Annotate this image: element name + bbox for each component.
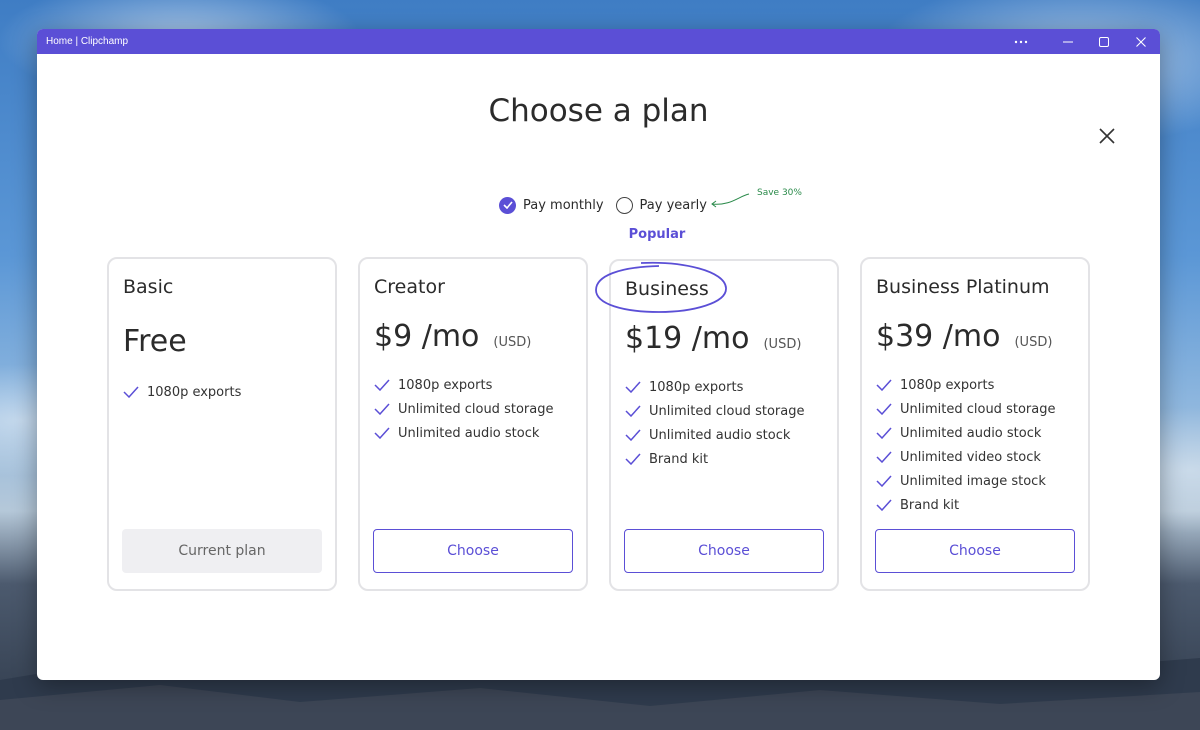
feature-item: Unlimited audio stock [374,421,553,445]
plan-name: Business Platinum [876,276,1050,298]
plan-currency: (USD) [763,337,802,352]
feature-item: Brand kit [625,447,804,471]
feature-item: Unlimited cloud storage [374,397,553,421]
feature-item: Unlimited audio stock [625,423,804,447]
choose-business-platinum-button[interactable]: Choose [875,529,1075,573]
minimize-icon[interactable] [1050,29,1086,54]
check-icon [876,403,892,415]
plan-price: $19 /mo [625,321,750,356]
save-arrow-icon [711,193,750,208]
feature-text: 1080p exports [147,384,242,400]
check-icon [374,403,390,415]
feature-list: 1080p exports Unlimited cloud storage Un… [625,375,804,471]
feature-item: 1080p exports [625,375,804,399]
feature-text: Unlimited cloud storage [398,401,554,417]
window-title: Home | Clipchamp [46,36,129,47]
price-row: $9 /mo (USD) [374,319,531,354]
feature-item: Unlimited cloud storage [625,399,804,423]
feature-item: Brand kit [876,493,1055,517]
choose-business-button[interactable]: Choose [624,529,824,573]
window-close-icon[interactable] [1123,29,1159,54]
feature-item: Unlimited video stock [876,445,1055,469]
check-icon [625,429,641,441]
app-window: Home | Clipchamp Choose a plan Pay month… [37,29,1160,680]
feature-text: 1080p exports [398,377,493,393]
feature-list: 1080p exports Unlimited cloud storage Un… [374,373,553,445]
check-icon [374,379,390,391]
pay-monthly-label: Pay monthly [523,197,604,213]
check-icon [374,427,390,439]
plan-dialog: Choose a plan Pay monthly Pay yearly Sav… [37,54,1160,680]
choose-creator-button[interactable]: Choose [373,529,573,573]
feature-text: Brand kit [649,451,709,467]
current-plan-button[interactable]: Current plan [122,529,322,573]
feature-text: Unlimited video stock [900,449,1041,465]
maximize-icon[interactable] [1086,29,1122,54]
plan-name: Creator [374,276,445,298]
highlight-circle-annotation [595,261,727,313]
plan-card-basic: Basic Free 1080p exports Current plan [107,257,337,591]
feature-text: Unlimited audio stock [900,425,1042,441]
feature-item: Unlimited audio stock [876,421,1055,445]
popular-badge: Popular [628,227,686,242]
plan-card-business-platinum: Business Platinum $39 /mo (USD) 1080p ex… [860,257,1090,591]
billing-toggle: Pay monthly Pay yearly [499,194,707,216]
title-bar: Home | Clipchamp [37,29,1160,54]
price-row: $19 /mo (USD) [625,321,801,356]
check-icon [876,475,892,487]
feature-text: Unlimited audio stock [398,425,540,441]
plan-price: Free [123,324,187,359]
feature-item: 1080p exports [374,373,553,397]
plan-currency: (USD) [493,335,532,350]
check-icon [625,381,641,393]
price-row: $39 /mo (USD) [876,319,1052,354]
check-icon [876,499,892,511]
plan-currency: (USD) [1014,335,1053,350]
price-row: Free [123,324,187,359]
feature-item: Unlimited cloud storage [876,397,1055,421]
feature-text: 1080p exports [900,377,995,393]
feature-text: Unlimited cloud storage [649,403,805,419]
check-icon [876,379,892,391]
feature-item: Unlimited image stock [876,469,1055,493]
feature-text: 1080p exports [649,379,744,395]
plan-price: $9 /mo [374,319,480,354]
radio-unchecked-icon[interactable] [615,196,633,214]
feature-list: 1080p exports Unlimited cloud storage Un… [876,373,1055,517]
check-icon [876,427,892,439]
feature-item: 1080p exports [876,373,1055,397]
pay-yearly-label: Pay yearly [639,197,707,213]
dialog-heading: Choose a plan [488,93,709,129]
more-icon[interactable] [1003,29,1039,54]
feature-text: Brand kit [900,497,960,513]
feature-list: 1080p exports [123,380,241,404]
save-note: Save 30% [757,188,802,198]
feature-text: Unlimited audio stock [649,427,791,443]
check-icon [625,405,641,417]
pay-yearly-option[interactable]: Pay yearly [615,196,707,214]
close-icon[interactable] [1095,124,1119,148]
check-icon [876,451,892,463]
feature-text: Unlimited cloud storage [900,401,1056,417]
pay-monthly-option[interactable]: Pay monthly [499,196,604,214]
plan-price: $39 /mo [876,319,1001,354]
plan-card-creator: Creator $9 /mo (USD) 1080p exports Unlim… [358,257,588,591]
feature-text: Unlimited image stock [900,473,1046,489]
check-icon [123,386,139,398]
check-icon [625,453,641,465]
plan-name: Basic [123,276,174,298]
feature-item: 1080p exports [123,380,241,404]
radio-checked-icon[interactable] [499,196,516,214]
